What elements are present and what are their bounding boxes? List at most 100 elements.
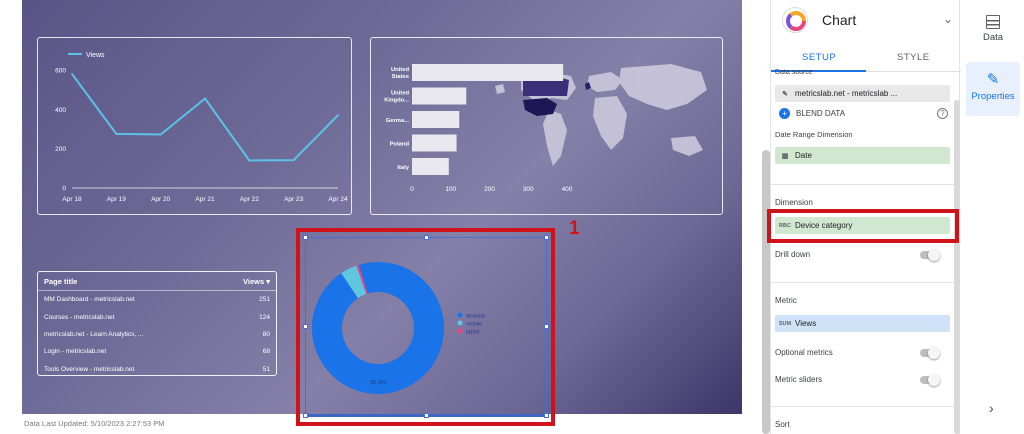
chart-type-title: Chart: [822, 12, 857, 28]
sum-type-icon: SUM: [778, 320, 792, 327]
bar-label: Italy: [397, 165, 409, 171]
data-point: [115, 133, 118, 135]
row-page-title: Courses - metricslab.net: [44, 313, 115, 321]
annotation-box-1: [296, 228, 555, 426]
x-tick-label: Apr 23: [284, 196, 304, 203]
row-page-title: MM Dashboard - metricslab.net: [44, 296, 135, 304]
col-page-title[interactable]: Page title: [44, 277, 77, 286]
drill-down-toggle[interactable]: [920, 249, 940, 261]
metric-field[interactable]: SUM Views: [775, 315, 950, 332]
x-tick-label: Apr 19: [107, 196, 127, 203]
x-tick-label: Apr 22: [240, 196, 260, 203]
x-tick-label: 0: [410, 186, 414, 193]
row-views: 124: [259, 313, 270, 321]
y-tick-label: 0: [62, 186, 66, 193]
arrow-down-icon: ▾: [266, 277, 270, 286]
right-rail: Data ✎ Properties: [962, 0, 1024, 434]
optional-metrics-toggle[interactable]: [920, 347, 940, 359]
date-range-label: Date Range Dimension: [775, 130, 853, 139]
metric-sliders-label: Metric sliders: [775, 375, 823, 384]
x-tick-label: Apr 24: [328, 196, 348, 203]
views-line: [71, 73, 339, 162]
bar-chart: UnitedStatesUnitedKingdo...Germa...Polan…: [384, 64, 707, 193]
y-tick-label: 200: [55, 146, 66, 153]
metric-sliders-toggle[interactable]: [920, 374, 940, 386]
geo-chart-panel[interactable]: United States United Kingdo... Germa... Polan…: [370, 37, 723, 215]
line-chart-panel[interactable]: Views 600 400 200 0 Apr 18 Apr 19 Apr 20 Apr 21 A…: [37, 37, 352, 215]
blend-data-button[interactable]: + BLEND DATA: [779, 108, 845, 119]
data-point: [337, 114, 339, 117]
x-tick-label: 200: [484, 186, 495, 193]
rail-data[interactable]: Data: [966, 15, 1020, 43]
row-views: 80: [262, 330, 270, 338]
setup-style-tabs: SETUP STYLE: [771, 44, 961, 72]
chart-type-selector[interactable]: Chart ⌄: [771, 0, 961, 44]
rail-properties[interactable]: ✎ Properties: [966, 72, 1020, 102]
bar: [412, 111, 460, 128]
table-row[interactable]: Tools Overview - metricslab.net 51: [38, 361, 276, 378]
help-icon[interactable]: ?: [937, 108, 948, 119]
properties-scrollbar[interactable]: [954, 100, 960, 434]
metric-label: Metric: [775, 296, 797, 305]
divider: [771, 184, 957, 185]
row-views: 68: [262, 348, 270, 356]
x-tick-label: 400: [562, 186, 573, 193]
chevron-right-icon[interactable]: ›: [989, 400, 994, 416]
x-tick-label: Apr 20: [151, 196, 171, 203]
tab-style[interactable]: STYLE: [897, 52, 930, 63]
table-body: MM Dashboard - metricslab.net 251 Courses …: [38, 291, 276, 378]
row-page-title: metricslab.net - Learn Analytics, ...: [44, 330, 144, 338]
bar: [412, 64, 564, 81]
chevron-down-icon[interactable]: ⌄: [943, 12, 953, 26]
data-point: [71, 73, 73, 75]
bar-label: Poland: [390, 142, 410, 148]
data-point: [248, 159, 251, 162]
bar-label: United: [391, 91, 409, 97]
row-views: 51: [262, 365, 270, 373]
table-icon: [986, 15, 1000, 29]
blend-icon: +: [779, 108, 790, 119]
divider: [771, 282, 957, 283]
date-range-field[interactable]: ▦ Date: [775, 147, 950, 164]
data-source-field[interactable]: ✎ metricslab.net - metricslab ...: [775, 85, 950, 102]
data-point: [159, 133, 162, 136]
annotation-badge-1: 1: [569, 218, 580, 239]
bar-label: Kingdo...: [384, 98, 409, 104]
col-views[interactable]: Views ▾: [243, 277, 270, 286]
table-row[interactable]: metricslab.net - Learn Analytics, ... 80: [38, 326, 276, 343]
line-chart: Views 600 400 200 0 Apr 18 Apr 19 Apr 20 Apr 21 A…: [55, 52, 348, 203]
bar: [412, 158, 449, 175]
chart-type-icon: [782, 7, 808, 33]
x-tick-label: 100: [445, 186, 456, 193]
dimension-label: Dimension: [775, 198, 813, 207]
row-page-title: Tools Overview - metricslab.net: [44, 365, 135, 373]
divider: [771, 406, 957, 407]
drill-down-label: Drill down: [775, 250, 811, 259]
table-row[interactable]: Courses - metricslab.net 124: [38, 308, 276, 325]
table-row[interactable]: MM Dashboard - metricslab.net 251: [38, 291, 276, 308]
data-point: [204, 97, 206, 100]
tab-setup[interactable]: SETUP: [802, 52, 836, 63]
x-tick-label: Apr 18: [62, 196, 82, 203]
x-tick-label: 300: [523, 186, 534, 193]
table-header: Page title Views ▾: [38, 272, 276, 291]
canvas-scrollbar[interactable]: [762, 150, 770, 434]
optional-metrics-label: Optional metrics: [775, 348, 833, 357]
calendar-icon: ▦: [781, 152, 789, 160]
data-source-label: Data source: [775, 69, 813, 76]
bar: [412, 134, 457, 152]
data-point: [292, 159, 295, 161]
row-views: 251: [259, 296, 270, 304]
bar-label: Germa...: [386, 118, 410, 124]
data-last-updated: Data Last Updated: 5/10/2023 2:27:53 PM: [24, 419, 165, 428]
x-tick-label: Apr 21: [195, 196, 215, 203]
pencil-icon: ✎: [782, 90, 788, 98]
annotation-box-2: [767, 209, 959, 243]
page-title-table[interactable]: Page title Views ▾ MM Dashboard - metric…: [37, 271, 277, 376]
sort-label: Sort: [775, 420, 790, 429]
bar: [412, 87, 467, 105]
y-tick-label: 600: [55, 68, 66, 75]
map-highlight-us: [523, 98, 557, 116]
bar-label: United: [391, 67, 409, 73]
table-row[interactable]: Login - metricslab.net 68: [38, 343, 276, 360]
